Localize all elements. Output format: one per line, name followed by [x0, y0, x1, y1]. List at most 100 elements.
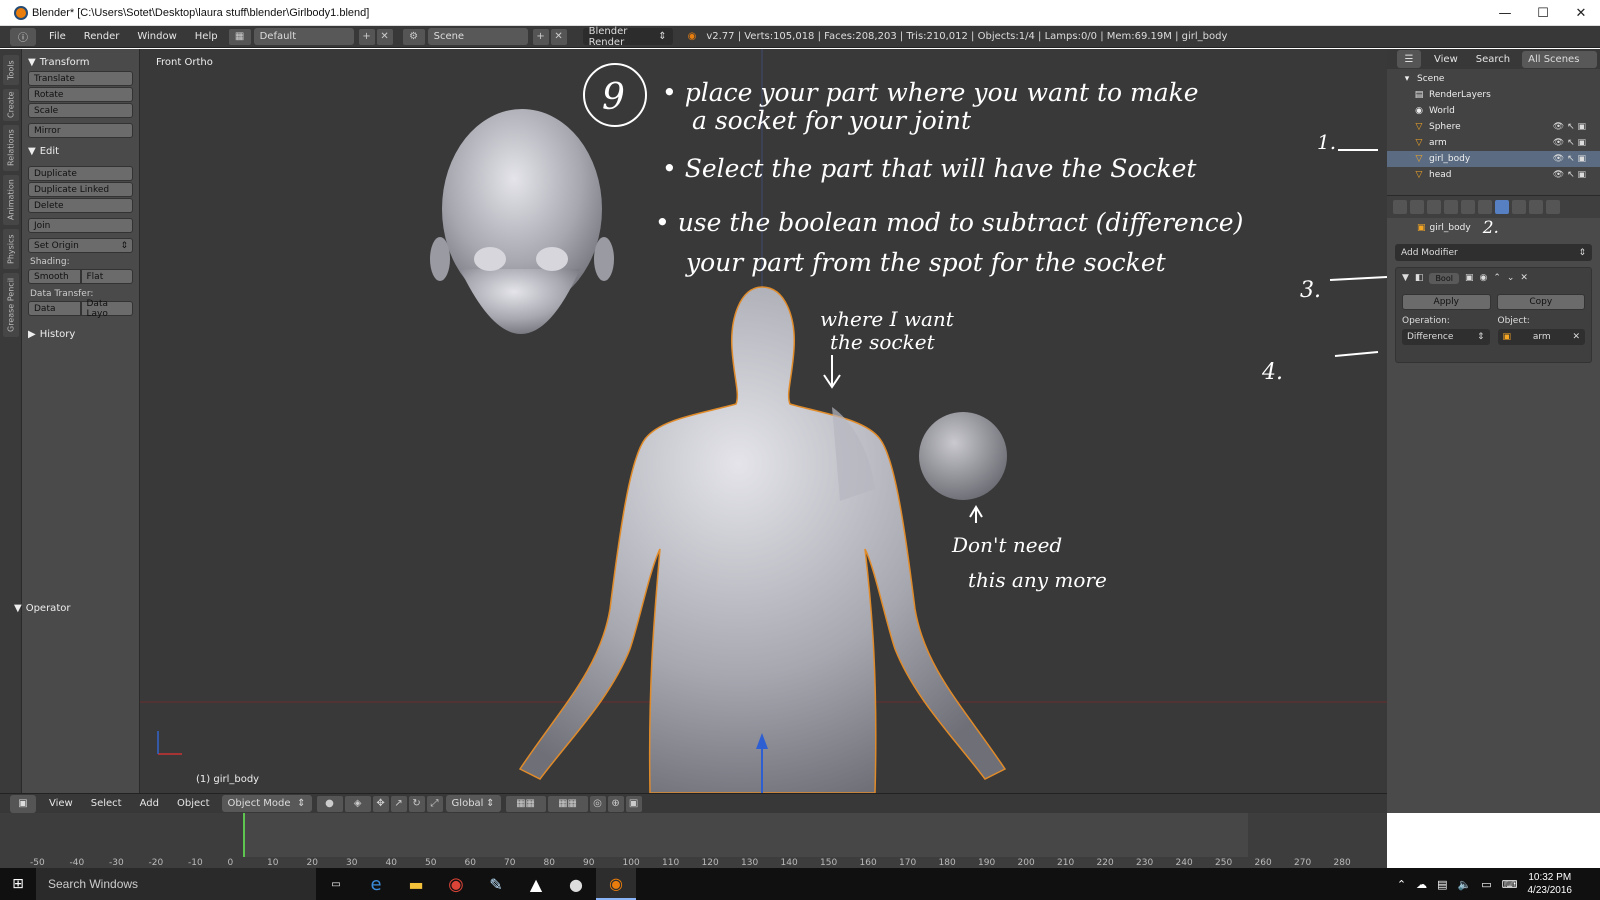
constraints-tab-icon[interactable] [1478, 200, 1492, 214]
chrome-icon[interactable]: ◉ [436, 868, 476, 900]
menu-help[interactable]: Help [186, 31, 227, 42]
object-field[interactable]: ▣ arm ✕ [1497, 329, 1585, 345]
current-frame-cursor[interactable] [243, 813, 245, 857]
outliner-menu-search[interactable]: Search [1467, 54, 1519, 65]
sphere-object[interactable] [919, 412, 1007, 500]
outliner-row-arm[interactable]: ▽ arm 👁 ↖ ▣ [1387, 135, 1600, 151]
tab-animation[interactable]: Animation [3, 175, 19, 225]
menu-window[interactable]: Window [128, 31, 185, 42]
tab-relations[interactable]: Relations [3, 125, 19, 171]
operation-select[interactable]: Difference ⇕ [1402, 329, 1490, 345]
scene-tab-icon[interactable] [1427, 200, 1441, 214]
blender-taskbar-icon[interactable]: ◉ [596, 868, 636, 900]
add-scene-icon[interactable]: + [532, 28, 549, 45]
network-icon[interactable]: ▤ [1437, 878, 1447, 891]
render-preview-icon[interactable]: ▣ [625, 795, 642, 812]
menu-select[interactable]: Select [82, 798, 131, 809]
transform-panel-header[interactable]: ▼ Transform [28, 53, 133, 71]
texture-tab-icon[interactable] [1546, 200, 1560, 214]
translate-manipulator-icon[interactable]: ↗ [390, 795, 407, 812]
move-down-icon[interactable]: ⌄ [1507, 273, 1515, 283]
windows-start-icon[interactable]: ⊞ [0, 868, 36, 900]
rotate-manipulator-icon[interactable]: ↻ [408, 795, 425, 812]
rotate-button[interactable]: Rotate [28, 87, 133, 102]
render-tab-icon[interactable] [1393, 200, 1407, 214]
join-button[interactable]: Join [28, 218, 133, 233]
data-button[interactable]: Data [28, 301, 81, 316]
orientation-select[interactable]: Global ⇕ [445, 795, 501, 812]
flat-button[interactable]: Flat [80, 269, 133, 284]
render-layers-tab-icon[interactable] [1410, 200, 1424, 214]
tab-tools[interactable]: Tools [3, 55, 19, 85]
shading-mode-icon[interactable]: ● [316, 795, 343, 812]
visibility-tools[interactable]: 👁 ↖ ▣ [1553, 138, 1586, 148]
copy-button[interactable]: Copy [1496, 294, 1585, 310]
world-tab-icon[interactable] [1444, 200, 1458, 214]
editor-type-3d-icon[interactable]: ▣ [10, 794, 36, 813]
menu-view[interactable]: View [40, 798, 82, 809]
task-view-icon[interactable]: ▭ [316, 868, 356, 900]
sphere-app-icon[interactable]: ● [556, 868, 596, 900]
head-object[interactable] [430, 109, 614, 334]
modifier-name-field[interactable]: Bool [1429, 272, 1459, 284]
layers-grid-icon[interactable]: ▦▦ [505, 795, 546, 812]
minimize-button[interactable]: — [1486, 0, 1524, 26]
layers-grid-2-icon[interactable]: ▦▦ [547, 795, 588, 812]
operator-panel-header[interactable]: ▼ Operator [14, 599, 70, 617]
duplicate-button[interactable]: Duplicate [28, 166, 133, 181]
proportional-edit-icon[interactable]: ◎ [589, 795, 606, 812]
remove-screen-icon[interactable]: ✕ [376, 28, 393, 45]
taskbar-search[interactable]: Search Windows [36, 868, 316, 900]
history-panel-header[interactable]: ▶ History [28, 325, 133, 343]
move-up-icon[interactable]: ⌃ [1493, 273, 1501, 283]
edge-browser-icon[interactable]: e [356, 868, 396, 900]
duplicate-linked-button[interactable]: Duplicate Linked [28, 182, 133, 197]
scene-field[interactable]: Scene [427, 28, 528, 45]
set-origin-dropdown[interactable]: Set Origin ⇕ [28, 238, 133, 253]
render-toggle-icon[interactable]: ▣ [1465, 273, 1474, 283]
modifiers-tab-icon[interactable] [1495, 200, 1509, 214]
maximize-button[interactable]: ☐ [1524, 0, 1562, 26]
visibility-tools[interactable]: 👁 ↖ ▣ [1553, 154, 1586, 164]
keyboard-icon[interactable]: ⌨ [1502, 878, 1518, 891]
visibility-tools[interactable]: 👁 ↖ ▣ [1553, 122, 1586, 132]
scene-icon[interactable]: ⚙ [402, 28, 425, 45]
tab-create[interactable]: Create [3, 89, 19, 121]
scale-manipulator-icon[interactable]: ⤢ [426, 795, 443, 812]
menu-add[interactable]: Add [131, 798, 168, 809]
notifications-icon[interactable]: ▭ [1481, 878, 1491, 891]
timeline[interactable]: -50 -40 -30 -20 -10 0 10 20 30 40 50 60 70 80 90 100 110… [0, 813, 1387, 868]
outliner-row-renderlayers[interactable]: ▤ RenderLayers [1387, 87, 1600, 103]
photos-icon[interactable]: ▲ [516, 868, 556, 900]
girl-body-object[interactable] [518, 286, 1007, 793]
snap-icon[interactable]: ⊕ [607, 795, 624, 812]
screen-layout-icon[interactable]: ▦ [228, 28, 251, 45]
editor-type-outliner-icon[interactable]: ☰ [1397, 50, 1422, 68]
data-tab-icon[interactable] [1512, 200, 1526, 214]
manipulator-icon[interactable]: ✥ [372, 795, 389, 812]
tab-physics[interactable]: Physics [3, 229, 19, 269]
visibility-tools[interactable]: 👁 ↖ ▣ [1553, 170, 1586, 180]
menu-file[interactable]: File [40, 31, 75, 42]
outliner-row-world[interactable]: ◉ World [1387, 103, 1600, 119]
outliner-row-sphere[interactable]: ▽ Sphere 👁 ↖ ▣ [1387, 119, 1600, 135]
onedrive-icon[interactable]: ☁ [1416, 878, 1427, 891]
data-layout-button[interactable]: Data Layo [80, 299, 133, 319]
close-button[interactable]: ✕ [1562, 0, 1600, 26]
smooth-button[interactable]: Smooth [28, 269, 81, 284]
viewport-toggle-icon[interactable]: ◉ [1479, 273, 1487, 283]
material-tab-icon[interactable] [1529, 200, 1543, 214]
add-screen-icon[interactable]: + [358, 28, 375, 45]
outliner-row-scene[interactable]: ▾ Scene [1387, 71, 1600, 87]
remove-scene-icon[interactable]: ✕ [550, 28, 567, 45]
tray-expand-icon[interactable]: ⌃ [1397, 878, 1406, 891]
clock[interactable]: 10:32 PM 4/23/2016 [1528, 871, 1573, 897]
file-explorer-icon[interactable]: ▬ [396, 868, 436, 900]
pivot-point-icon[interactable]: ◈ [344, 795, 371, 812]
apply-button[interactable]: Apply [1402, 294, 1491, 310]
delete-button[interactable]: Delete [28, 198, 133, 213]
outliner-menu-view[interactable]: View [1425, 54, 1467, 65]
menu-object[interactable]: Object [168, 798, 219, 809]
add-modifier-select[interactable]: Add Modifier ⇕ [1395, 244, 1592, 261]
translate-button[interactable]: Translate [28, 71, 133, 86]
